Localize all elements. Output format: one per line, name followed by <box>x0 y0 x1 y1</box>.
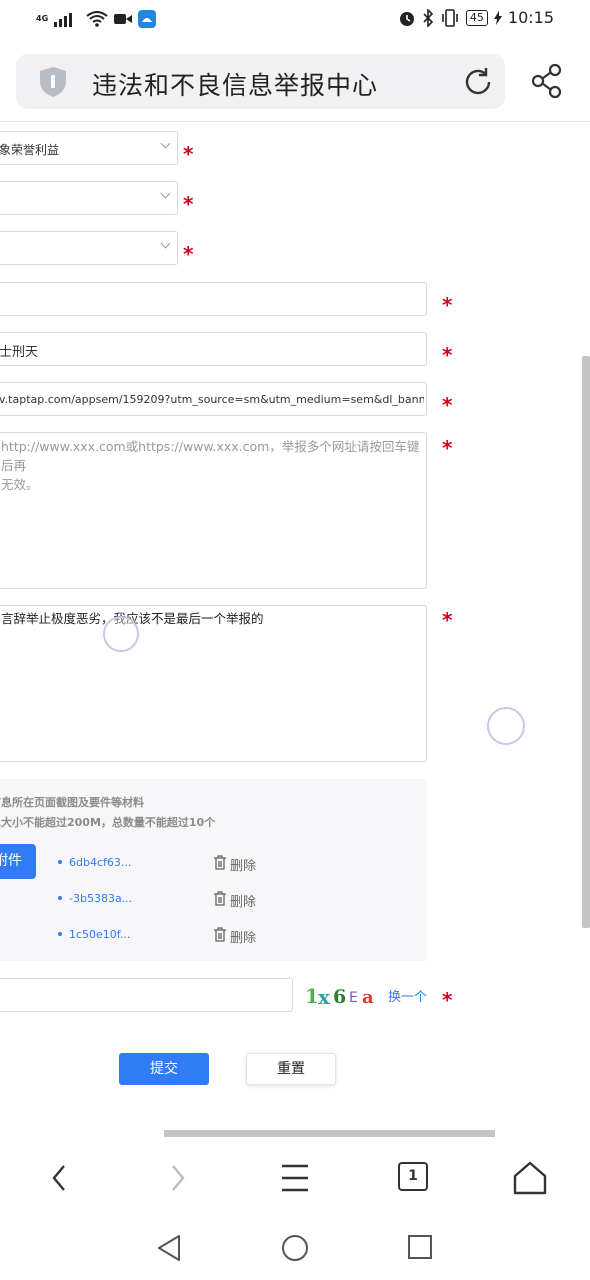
svg-text:E: E <box>349 990 358 1006</box>
url-input[interactable]: v.taptap.com/appsem/159209?utm_source=sm… <box>0 382 427 416</box>
required-mark: * <box>183 142 194 166</box>
wifi-icon <box>86 11 108 27</box>
upload-limit-hint: 总大小不能超过200M，总数量不能超过10个 <box>0 816 216 829</box>
menu-icon[interactable] <box>273 1156 317 1200</box>
description-textarea[interactable]: 言辞举止极度恶劣，我应该不是最后一个举报的 <box>0 605 427 762</box>
delete-file-button[interactable]: 删除 <box>230 927 256 946</box>
share-icon[interactable] <box>530 63 564 99</box>
svg-text:1: 1 <box>305 984 319 1008</box>
upload-attachment-button[interactable]: 附件 <box>0 844 36 879</box>
status-bar: 4G 45 10:15 <box>0 0 590 42</box>
upload-hint: 信息所在页面截图及要件等材料 <box>0 796 144 809</box>
captcha-input[interactable] <box>0 978 293 1012</box>
header-divider <box>0 121 590 122</box>
clock: 10:15 <box>507 8 554 27</box>
browser-toolbar <box>0 1140 590 1216</box>
text-input[interactable] <box>0 282 427 316</box>
delete-file-button[interactable]: 删除 <box>230 891 256 910</box>
reset-button[interactable]: 重置 <box>246 1053 336 1085</box>
trash-icon[interactable] <box>214 891 226 906</box>
battery-indicator: 45 <box>465 9 488 26</box>
reload-icon[interactable] <box>462 66 494 98</box>
type-select[interactable] <box>0 231 178 265</box>
vibrate-icon <box>442 8 458 27</box>
app-notification-icon <box>138 10 157 28</box>
tabs-button[interactable]: 1 <box>398 1162 428 1191</box>
upload-panel: 信息所在页面截图及要件等材料 总大小不能超过200M，总数量不能超过10个 附件… <box>0 779 427 961</box>
svg-text:x: x <box>318 985 331 1008</box>
system-recents-icon[interactable] <box>407 1234 433 1260</box>
category-select[interactable]: 象荣誉利益 <box>0 131 178 165</box>
url-value: v.taptap.com/appsem/159209?utm_source=sm… <box>0 393 424 406</box>
submit-button[interactable]: 提交 <box>119 1053 209 1085</box>
required-mark: * <box>442 988 453 1012</box>
required-mark: * <box>183 242 194 266</box>
file-name[interactable]: 6db4cf63... <box>69 856 131 869</box>
trash-icon[interactable] <box>214 927 226 942</box>
bullet-icon <box>58 860 62 864</box>
chevron-down-icon <box>160 138 171 149</box>
captcha-image[interactable]: 1 x 6 E a <box>305 983 379 1008</box>
description-value: 言辞举止极度恶劣，我应该不是最后一个举报的 <box>1 611 264 626</box>
horizontal-scrollbar[interactable] <box>164 1130 495 1137</box>
svg-text:a: a <box>362 987 374 1008</box>
back-icon[interactable] <box>38 1156 82 1200</box>
file-item: 1c50e10f... 删除 <box>48 926 338 946</box>
required-mark: * <box>442 393 453 417</box>
forward-icon[interactable] <box>155 1156 199 1200</box>
required-mark: * <box>442 293 453 317</box>
file-name[interactable]: 1c50e10f... <box>69 928 130 941</box>
required-mark: * <box>183 192 194 216</box>
svg-text:6: 6 <box>333 986 346 1008</box>
bullet-icon <box>58 896 62 900</box>
video-icon <box>114 14 133 24</box>
vertical-scrollbar[interactable] <box>582 356 590 928</box>
security-shield-icon <box>40 67 66 97</box>
delete-file-button[interactable]: 删除 <box>230 855 256 874</box>
category-select-value: 象荣誉利益 <box>0 143 60 157</box>
system-home-icon[interactable] <box>280 1233 310 1263</box>
chevron-down-icon <box>160 238 171 249</box>
required-mark: * <box>442 436 453 460</box>
system-nav-bar <box>0 1216 590 1280</box>
reported-urls-placeholder: http://www.xxx.com或https://www.xxx.com，举… <box>1 439 420 492</box>
chevron-down-icon <box>160 188 171 199</box>
file-item: -3b5383a... 删除 <box>48 890 338 910</box>
bullet-icon <box>58 932 62 936</box>
file-name[interactable]: -3b5383a... <box>69 892 132 905</box>
system-back-icon[interactable] <box>155 1233 183 1263</box>
home-icon[interactable] <box>508 1156 552 1200</box>
network-type: 4G <box>36 14 49 23</box>
charging-icon <box>493 10 502 25</box>
page-title: 违法和不良信息举报中心 <box>92 71 379 100</box>
required-mark: * <box>442 608 453 632</box>
game-name-value: 士刑天 <box>0 345 39 360</box>
loading-spinner <box>103 616 139 652</box>
bluetooth-icon <box>423 8 434 27</box>
captcha-refresh-link[interactable]: 换一个 <box>388 986 427 1005</box>
subcategory-select[interactable] <box>0 181 178 215</box>
alarm-icon <box>399 11 414 26</box>
reported-urls-textarea[interactable]: http://www.xxx.com或https://www.xxx.com，举… <box>0 432 427 589</box>
trash-icon[interactable] <box>214 855 226 870</box>
loading-spinner <box>487 707 525 745</box>
required-mark: * <box>442 343 453 367</box>
game-name-input[interactable]: 士刑天 <box>0 332 427 366</box>
signal-icon <box>54 13 73 27</box>
address-bar[interactable]: 违法和不良信息举报中心 <box>16 54 505 109</box>
file-item: 6db4cf63... 删除 <box>48 854 338 874</box>
